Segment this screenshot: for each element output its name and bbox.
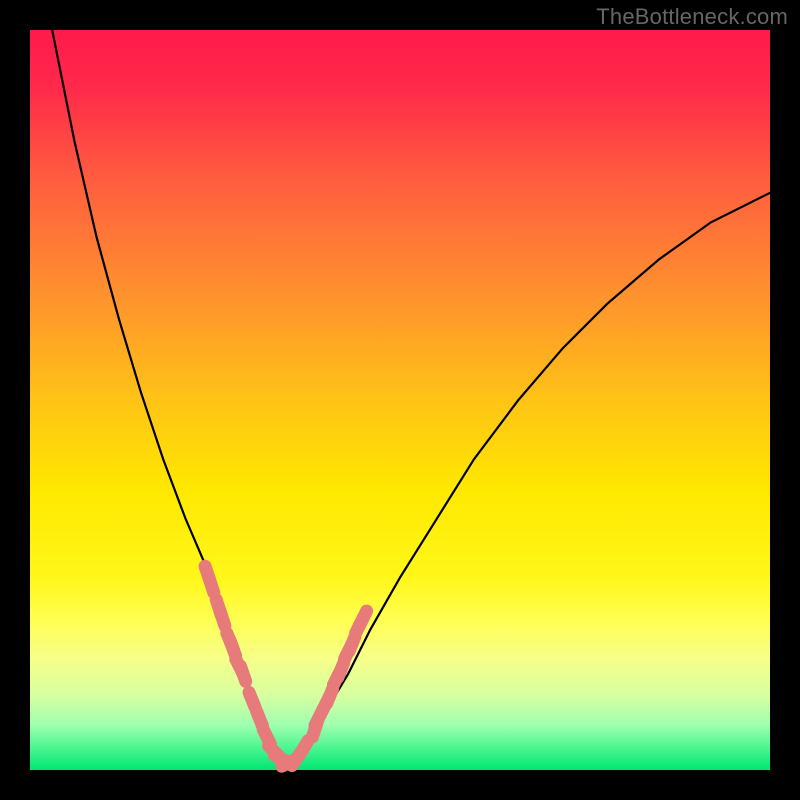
marker-capsule [300,741,308,755]
marker-capsule [359,611,366,625]
outer-black-frame: TheBottleneck.com [0,0,800,800]
marker-capsule [241,666,246,681]
chart-svg [30,30,770,770]
plot-area [30,30,770,770]
marker-capsule [209,577,214,592]
marker-capsule [220,611,225,626]
watermark-text: TheBottleneck.com [596,4,788,30]
highlighted-points [205,566,367,766]
mismatch-curve [30,0,770,763]
